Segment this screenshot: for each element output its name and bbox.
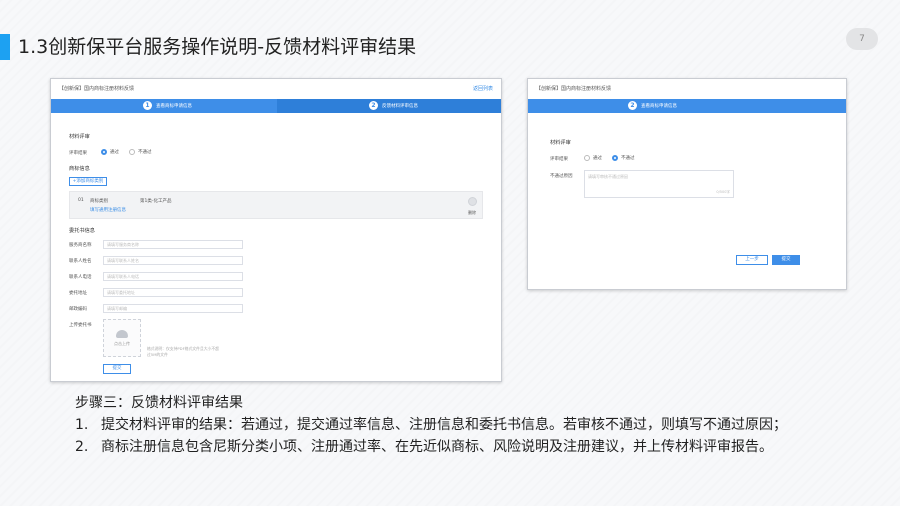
field-label: 委托地址 [69,291,87,296]
radio-label: 通过 [593,156,602,161]
step-label: 查看商标申请信息 [156,103,192,109]
fill-registration-info-link[interactable]: 填写通用注册信息 [90,207,126,213]
caption-item: 1. 提交材料评审的结果：若通过，提交通过率信息、注册信息和委托书信息。若审核不通… [75,414,787,436]
step-2[interactable]: 2 查看商标申请信息 [628,101,677,110]
radio-label: 通过 [110,150,119,155]
radio-dot [584,155,590,161]
section-material-review: 材料评审 [69,134,90,140]
upload-area[interactable]: 点击上传 [103,319,141,357]
entrust-address-input[interactable]: 请填写委托地址 [103,288,243,297]
field-label: 联系人电话 [69,275,92,280]
radio-label: 不通过 [621,156,635,161]
back-to-list-link[interactable]: 返回列表 [473,85,493,92]
contact-name-input[interactable]: 请填写联系人姓名 [103,256,243,265]
card-index: 01 [78,198,84,203]
step-number: 1 [143,101,152,110]
header: 【创新保】国内商标注册材料反馈 [528,79,846,99]
step-label: 反馈材料评审信息 [382,103,418,109]
section-trademark-info: 商标信息 [69,166,90,172]
radio-pass[interactable]: 通过 [584,155,602,161]
trademark-class-card: 01 商标类别 第1类-化工产品 填写通用注册信息 删除 [69,191,483,219]
section-entrust-info: 委托书信息 [69,228,95,234]
delete-label[interactable]: 删除 [468,210,476,216]
header-title: 【创新保】国内商标注册材料反馈 [59,86,135,92]
contact-phone-input[interactable]: 请填写联系人电话 [103,272,243,281]
char-count: 0/500字 [716,190,730,194]
item-number: 2. [75,439,89,455]
header-title: 【创新保】国内商标注册材料反馈 [536,86,612,92]
radio-dot-selected [612,155,618,161]
textarea-placeholder: 请填写审核不通过原因 [588,174,628,179]
step-number: 2 [369,101,378,110]
card-class-label: 商标类别 [90,199,108,204]
screenshot-feedback-pass: 【创新保】国内商标注册材料反馈 返回列表 1 查看商标申请信息 2 反馈材料评审… [50,78,502,382]
cloud-upload-icon [116,329,128,338]
radio-fail[interactable]: 不通过 [612,155,635,161]
radio-fail[interactable]: 不通过 [129,149,152,155]
step-1[interactable]: 1 查看商标申请信息 [143,101,192,110]
field-label: 联系人姓名 [69,259,92,264]
caption-item: 2. 商标注册信息包含尼斯分类小项、注册通过率、在先近似商标、风险说明及注册建议，… [75,436,787,458]
step-number: 2 [628,101,637,110]
submit-button[interactable]: 提交 [103,364,131,374]
header: 【创新保】国内商标注册材料反馈 返回列表 [51,79,501,99]
field-label: 服务商名称 [69,243,92,248]
review-result-label: 评审结果 [550,157,568,162]
prev-step-button[interactable]: 上一步 [736,255,768,265]
slide-title: 1.3创新保平台服务操作说明-反馈材料评审结果 [18,36,417,58]
step-bar: 1 查看商标申请信息 2 反馈材料评审信息 [51,99,501,113]
caption-block: 步骤三：反馈材料评审结果 1. 提交材料评审的结果：若通过，提交通过率信息、注册信… [75,392,787,458]
card-class-value: 第1类-化工产品 [140,199,172,204]
screenshot-feedback-fail: 【创新保】国内商标注册材料反馈 2 查看商标申请信息 材料评审 评审结果 通过 … [527,78,847,290]
review-result-label: 评审结果 [69,151,87,156]
section-material-review: 材料评审 [550,140,571,146]
radio-dot [129,149,135,155]
page-number-badge: 7 [846,28,878,50]
reason-label: 不通过原因 [550,174,573,179]
field-label: 邮政编码 [69,307,87,312]
item-text: 提交材料评审的结果：若通过，提交通过率信息、注册信息和委托书信息。若审核不通过，… [101,417,787,433]
step-title: 步骤三：反馈材料评审结果 [75,395,243,411]
upload-button-label: 点击上传 [114,340,130,346]
radio-pass[interactable]: 通过 [101,149,119,155]
radio-dot-selected [101,149,107,155]
add-trademark-class-button[interactable]: +添加商标类别 [69,177,107,186]
item-text: 商标注册信息包含尼斯分类小项、注册通过率、在先近似商标、风险说明及注册建议，并上… [101,439,773,455]
fail-reason-textarea[interactable]: 请填写审核不通过原因 0/500字 [584,170,734,198]
postal-code-input[interactable]: 请填写邮编 [103,304,243,313]
submit-button[interactable]: 提交 [772,255,800,265]
upload-hint: 过5M的文件 [147,352,168,357]
step-2[interactable]: 2 反馈材料评审信息 [369,101,418,110]
delete-icon[interactable] [468,197,477,206]
title-accent-bar [0,34,10,60]
item-number: 1. [75,417,89,433]
step-bar: 2 查看商标申请信息 [528,99,846,113]
upload-label: 上传委托书 [69,323,92,328]
service-provider-input[interactable]: 请填写服务商名称 [103,240,243,249]
step-label: 查看商标申请信息 [641,103,677,109]
radio-label: 不通过 [138,150,152,155]
